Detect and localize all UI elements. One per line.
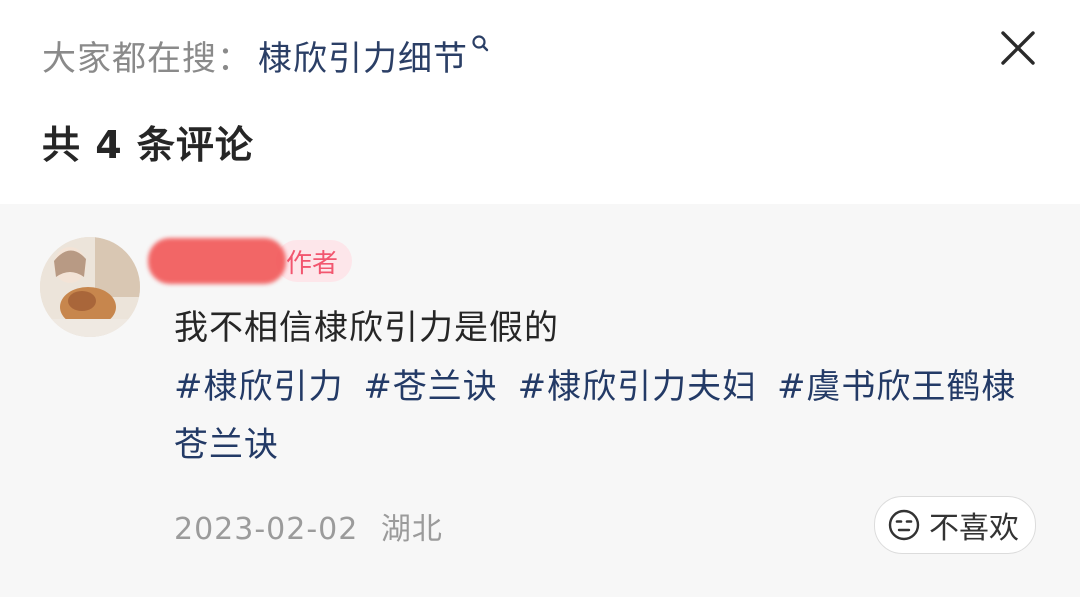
close-icon (1001, 31, 1035, 65)
comments-sheet: 大家都在搜： 棣欣引力细节 共 4 条评论 作者 我不相信棣欣引力是假的 #棣欣… (0, 0, 1080, 597)
author-badge: 作者 (276, 240, 353, 282)
comment-date: 2023-02-02 (174, 512, 359, 547)
hashtag-link[interactable]: #棣欣引力 (174, 367, 344, 407)
hashtag-link[interactable]: #苍兰诀 (363, 367, 498, 407)
comment-location: 湖北 (380, 512, 443, 547)
comment-item: 作者 我不相信棣欣引力是假的 #棣欣引力 #苍兰诀 #棣欣引力夫妇 #虞书欣王鹤… (0, 204, 1080, 597)
dislike-button[interactable]: 不喜欢 (874, 496, 1036, 554)
avatar-photo (40, 237, 140, 337)
search-icon (472, 35, 489, 52)
trending-search-prefix: 大家都在搜： (42, 38, 252, 79)
trending-search-bar[interactable]: 大家都在搜： 棣欣引力细节 (42, 30, 492, 80)
dislike-label: 不喜欢 (929, 511, 1019, 546)
close-button[interactable] (998, 28, 1038, 68)
comment-count-title: 共 4 条评论 (42, 123, 254, 167)
redacted-username[interactable] (148, 238, 286, 284)
hashtag-list: #棣欣引力 #苍兰诀 #棣欣引力夫妇 #虞书欣王鹤棣苍兰诀 (174, 358, 1044, 474)
unamused-face-icon (888, 509, 920, 541)
hashtag-link[interactable]: #棣欣引力夫妇 (518, 367, 758, 407)
trending-search-keyword[interactable]: 棣欣引力细节 (258, 31, 468, 80)
comment-meta: 2023-02-02 湖北 (174, 504, 443, 548)
comment-text: 我不相信棣欣引力是假的 (174, 308, 559, 348)
comment-author-row: 作者 (148, 234, 353, 288)
avatar[interactable] (40, 237, 140, 337)
